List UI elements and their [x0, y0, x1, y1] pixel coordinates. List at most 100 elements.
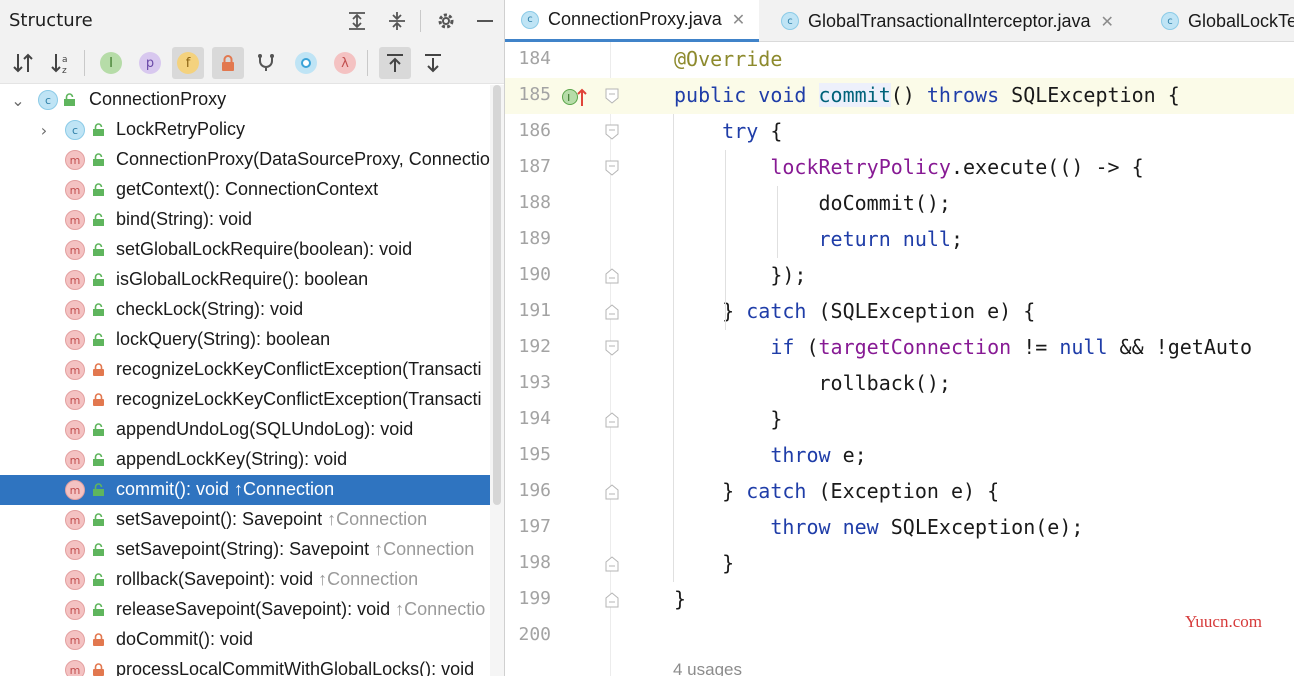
editor-tab[interactable]: c GlobalLockTe: [1145, 0, 1294, 42]
fold-open-icon[interactable]: [605, 124, 619, 140]
code-line[interactable]: 189 return null;: [505, 222, 1294, 258]
close-icon[interactable]: ✕: [732, 10, 745, 29]
fold-close-icon[interactable]: [605, 484, 619, 500]
tree-item-label: setSavepoint(): Savepoint ↑Connection: [116, 509, 428, 529]
code-text: } catch (SQLException e) {: [674, 299, 1036, 323]
public-visibility-icon: [93, 573, 104, 586]
tree-item-label: rollback(Savepoint): void ↑Connection: [116, 569, 419, 589]
fold-close-icon[interactable]: [605, 304, 619, 320]
tree-item[interactable]: m doCommit(): void: [0, 625, 490, 655]
fold-close-icon[interactable]: [605, 592, 619, 608]
fold-close-icon[interactable]: [605, 412, 619, 428]
code-line[interactable]: 193 rollback();: [505, 366, 1294, 402]
code-line[interactable]: 185 Ipublic void commit() throws SQLExcep…: [505, 78, 1294, 114]
tree-item[interactable]: m setGlobalLockRequire(boolean): void: [0, 235, 490, 265]
tree-item[interactable]: m setSavepoint(String): Savepoint ↑Connec…: [0, 535, 490, 565]
show-anonymous-icon[interactable]: [250, 47, 282, 79]
fold-close-icon[interactable]: [605, 556, 619, 572]
svg-text:z: z: [62, 66, 67, 75]
editor-tab[interactable]: c GlobalTransactionalInterceptor.java ✕: [765, 0, 1128, 42]
tree-item[interactable]: m getContext(): ConnectionContext: [0, 175, 490, 205]
usages-hint[interactable]: 4 usages: [673, 660, 742, 676]
code-line[interactable]: 199}: [505, 582, 1294, 618]
code-text: }: [674, 551, 735, 575]
code-line[interactable]: 192 if (targetConnection != null && !get…: [505, 330, 1294, 366]
tree-item[interactable]: m recognizeLockKeyConflictException(Trans…: [0, 385, 490, 415]
fold-open-icon[interactable]: [605, 88, 619, 104]
tree-item-label: releaseSavepoint(Savepoint): void ↑Conne…: [116, 599, 486, 619]
sort-by-visibility-icon[interactable]: [8, 47, 40, 79]
code-line[interactable]: 191 } catch (SQLException e) {: [505, 294, 1294, 330]
code-line[interactable]: 184 @Override: [505, 42, 1294, 78]
tree-scrollbar[interactable]: [490, 85, 504, 676]
method-icon: m: [65, 600, 85, 620]
fold-open-icon[interactable]: [605, 160, 619, 176]
show-fields-icon[interactable]: f: [172, 47, 204, 79]
autoscroll-from-source-icon[interactable]: [417, 47, 449, 79]
minimize-icon[interactable]: [471, 7, 499, 35]
tree-item[interactable]: › c LockRetryPolicy: [0, 115, 490, 145]
tree-item[interactable]: m releaseSavepoint(Savepoint): void ↑Conn…: [0, 595, 490, 625]
method-icon: m: [65, 240, 85, 260]
code-line[interactable]: 187 lockRetryPolicy.execute(() -> {: [505, 150, 1294, 186]
show-lambdas-icon[interactable]: [290, 47, 322, 79]
close-icon[interactable]: ✕: [1101, 12, 1114, 31]
code-line[interactable]: 194 }: [505, 402, 1294, 438]
tree-item[interactable]: m checkLock(String): void: [0, 295, 490, 325]
private-visibility-icon: [93, 363, 104, 376]
implements-method-icon[interactable]: I: [561, 86, 587, 108]
tree-item[interactable]: m ConnectionProxy(DataSourceProxy, Connec…: [0, 145, 500, 175]
fold-close-icon[interactable]: [605, 268, 619, 284]
public-visibility-icon: [93, 423, 104, 436]
show-lambda-icon[interactable]: λ: [329, 47, 361, 79]
code-line[interactable]: 186 try {: [505, 114, 1294, 150]
show-inherited-icon[interactable]: I: [95, 47, 127, 79]
code-line[interactable]: 197 throw new SQLException(e);: [505, 510, 1294, 546]
line-number: 187: [518, 156, 551, 177]
chevron-down-icon[interactable]: ⌄: [11, 90, 25, 110]
code-line[interactable]: 200: [505, 618, 1294, 654]
tree-item[interactable]: m recognizeLockKeyConflictException(Trans…: [0, 355, 490, 385]
sort-alphabetically-icon[interactable]: az: [46, 47, 78, 79]
public-visibility-icon: [93, 513, 104, 526]
code-text: doCommit();: [674, 191, 951, 215]
collapse-all-icon[interactable]: [383, 7, 411, 35]
tree-item[interactable]: m setSavepoint(): Savepoint ↑Connection: [0, 505, 490, 535]
tree-item-label: getContext(): ConnectionContext: [116, 179, 379, 199]
gear-icon[interactable]: [432, 7, 460, 35]
editor-tab[interactable]: c ConnectionProxy.java ✕: [505, 0, 760, 42]
tree-item[interactable]: m processLocalCommitWithGlobalLocks(): vo…: [0, 655, 490, 676]
public-visibility-icon: [93, 123, 104, 136]
code-line[interactable]: 195 throw e;: [505, 438, 1294, 474]
tree-item[interactable]: m commit(): void ↑Connection: [0, 475, 490, 505]
class-icon: c: [781, 12, 799, 30]
chevron-right-icon[interactable]: ›: [37, 120, 51, 140]
line-number: 189: [518, 228, 551, 249]
code-text: } catch (Exception e) {: [674, 479, 1000, 503]
show-non-public-icon[interactable]: [212, 47, 244, 79]
tree-item[interactable]: m rollback(Savepoint): void ↑Connection: [0, 565, 490, 595]
tree-item-label: LockRetryPolicy: [116, 119, 246, 139]
tree-item[interactable]: m lockQuery(String): boolean: [0, 325, 490, 355]
line-number: 199: [518, 588, 551, 609]
fold-open-icon[interactable]: [605, 340, 619, 356]
tree-item[interactable]: m bind(String): void: [0, 205, 490, 235]
code-line[interactable]: 190 });: [505, 258, 1294, 294]
code-line[interactable]: 196 } catch (Exception e) {: [505, 474, 1294, 510]
expand-all-icon[interactable]: [343, 7, 371, 35]
public-visibility-icon: [93, 483, 104, 496]
tree-item[interactable]: m isGlobalLockRequire(): boolean: [0, 265, 490, 295]
line-number: 198: [518, 552, 551, 573]
code-line[interactable]: 188 doCommit();: [505, 186, 1294, 222]
code-line[interactable]: 198 }: [505, 546, 1294, 582]
tree-item[interactable]: m appendLockKey(String): void: [0, 445, 490, 475]
show-properties-icon[interactable]: p: [134, 47, 166, 79]
method-icon: m: [65, 420, 85, 440]
structure-header: Structure: [0, 0, 504, 42]
tree-item[interactable]: m appendUndoLog(SQLUndoLog): void: [0, 415, 490, 445]
method-icon: m: [65, 510, 85, 530]
tree-root[interactable]: ⌄ c ConnectionProxy: [0, 85, 490, 115]
scrollbar-thumb[interactable]: [493, 85, 501, 505]
code-editor: c ConnectionProxy.java ✕ c GlobalTransaction…: [504, 0, 1294, 676]
autoscroll-to-source-icon[interactable]: [379, 47, 411, 79]
